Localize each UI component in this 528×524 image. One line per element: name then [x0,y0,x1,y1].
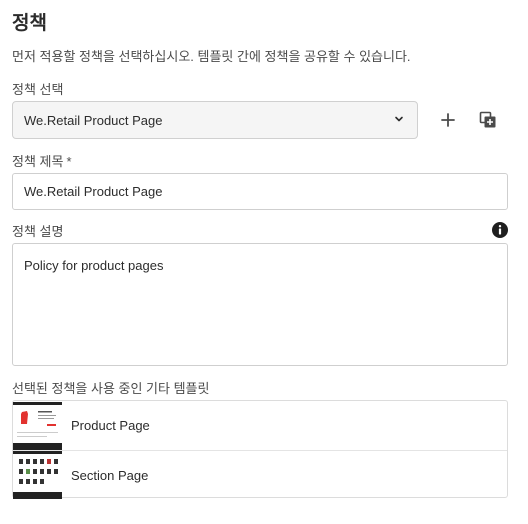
policy-title-value: We.Retail Product Page [24,184,163,199]
info-icon[interactable] [492,222,508,238]
template-thumbnail [13,401,62,450]
template-name: Section Page [71,467,149,483]
page-description: 먼저 적용할 정책을 선택하십시오. 템플릿 간에 정책을 공유할 수 있습니다… [12,49,411,64]
templates-label: 선택된 정책을 사용 중인 기타 템플릿 [12,381,210,396]
templates-list: Product Page Section Page [12,400,508,499]
policy-title-label-text: 정책 제목 [12,154,64,169]
policy-select-label: 정책 선택 [12,82,64,97]
list-item[interactable]: Product Page [13,401,507,450]
policy-description-textarea[interactable]: Policy for product pages [12,243,508,366]
policy-description-label: 정책 설명 [12,224,64,239]
policy-select-value: We.Retail Product Page [24,112,163,128]
policy-description-value: Policy for product pages [24,258,164,273]
policy-title-input[interactable]: We.Retail Product Page [12,173,508,210]
duplicate-policy-button[interactable] [474,106,502,134]
add-policy-button[interactable] [434,106,462,134]
template-name: Product Page [71,418,150,433]
duplicate-icon [479,111,496,128]
policy-select[interactable]: We.Retail Product Page [12,101,418,139]
required-mark: * [66,154,72,169]
chevron-down-icon [395,116,403,122]
template-thumbnail [13,451,62,499]
list-item[interactable]: Section Page [13,450,507,499]
plus-icon [441,113,455,127]
policy-title-label: 정책 제목 * [12,151,72,170]
page-title: 정책 [12,13,47,34]
